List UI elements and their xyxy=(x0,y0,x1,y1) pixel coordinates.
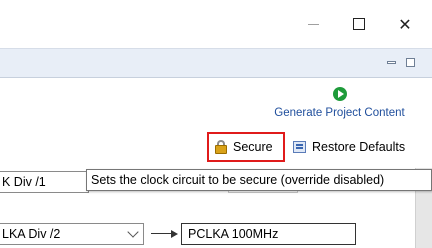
pclka-frequency-box: PCLKA 100MHz xyxy=(181,223,356,245)
arrow-right-icon xyxy=(171,230,178,238)
lock-icon xyxy=(215,140,227,154)
clock-divider-field[interactable]: K Div /1 xyxy=(0,171,89,193)
view-toolbar xyxy=(0,48,432,78)
restore-defaults-icon xyxy=(293,141,306,153)
pclka-divider-value: LKA Div /2 xyxy=(2,227,61,241)
action-toolbar: Secure Restore Defaults xyxy=(0,132,432,165)
tooltip-text: Sets the clock circuit to be secure (ove… xyxy=(91,173,385,187)
close-icon: ✕ xyxy=(398,14,412,34)
window-maximize-button[interactable] xyxy=(336,0,382,48)
secure-label: Secure xyxy=(233,140,273,154)
restore-defaults-button[interactable]: Restore Defaults xyxy=(293,133,405,161)
view-minimize-button[interactable] xyxy=(385,56,397,68)
generate-project-content-label: Generate Project Content xyxy=(274,107,405,119)
run-icon xyxy=(332,87,347,101)
window-close-button[interactable]: ✕ xyxy=(382,0,428,48)
view-minimize-icon xyxy=(386,60,396,64)
view-maximize-icon xyxy=(405,57,415,67)
maximize-icon xyxy=(353,18,365,30)
pclka-frequency-value: PCLKA 100MHz xyxy=(188,227,279,241)
connector-line xyxy=(151,233,173,234)
window-minimize-button[interactable] xyxy=(290,0,336,48)
pclka-divider-select[interactable]: LKA Div /2 xyxy=(0,223,144,245)
restore-defaults-label: Restore Defaults xyxy=(312,140,406,154)
window-titlebar: ✕ xyxy=(0,0,432,48)
secure-tooltip: Sets the clock circuit to be secure (ove… xyxy=(86,169,432,191)
secure-button[interactable]: Secure xyxy=(207,132,285,162)
view-maximize-button[interactable] xyxy=(404,56,416,68)
clocks-configuration-panel: Generate Project Content Secure Restore … xyxy=(0,78,432,248)
generate-project-content-button[interactable]: Generate Project Content xyxy=(252,87,427,119)
minimize-icon xyxy=(307,23,319,25)
clock-divider-value: K Div /1 xyxy=(2,175,46,189)
chevron-down-icon xyxy=(127,226,139,238)
